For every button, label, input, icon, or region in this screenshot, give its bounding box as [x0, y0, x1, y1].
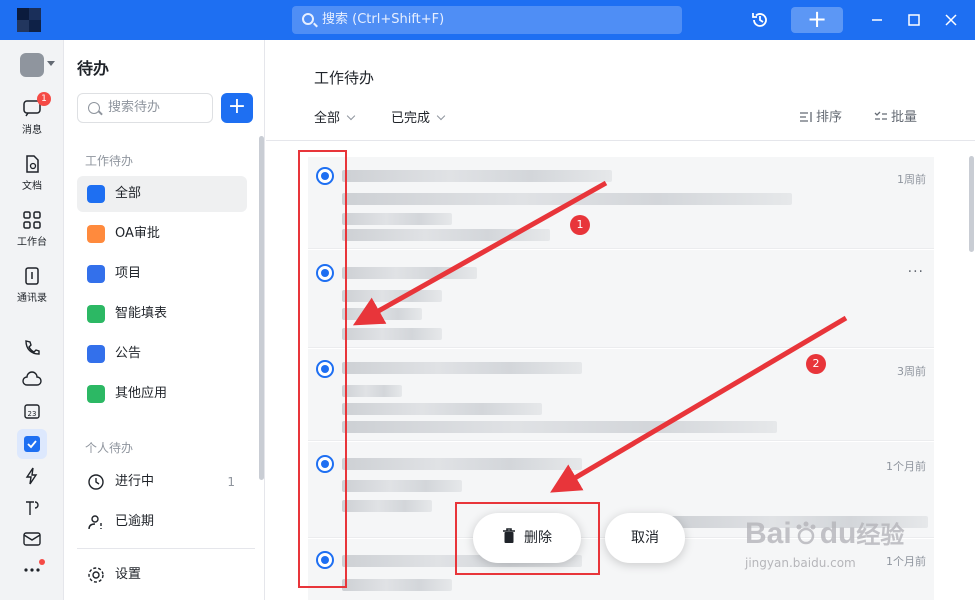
- paw-icon: [796, 521, 816, 545]
- watermark-brand2: du: [819, 517, 857, 550]
- annotation-arrows: [352, 180, 848, 493]
- annotation-badge-2: 2: [806, 354, 826, 374]
- baidu-watermark: Bai du经验 jingyan.baidu.com: [745, 515, 905, 570]
- arrow-2: [550, 315, 848, 493]
- watermark-url: jingyan.baidu.com: [745, 556, 856, 570]
- arrow-1: [352, 180, 608, 326]
- watermark-cn: 经验: [856, 521, 905, 549]
- watermark-brand: Bai: [745, 517, 792, 550]
- annotation-badge-1: 1: [570, 215, 590, 235]
